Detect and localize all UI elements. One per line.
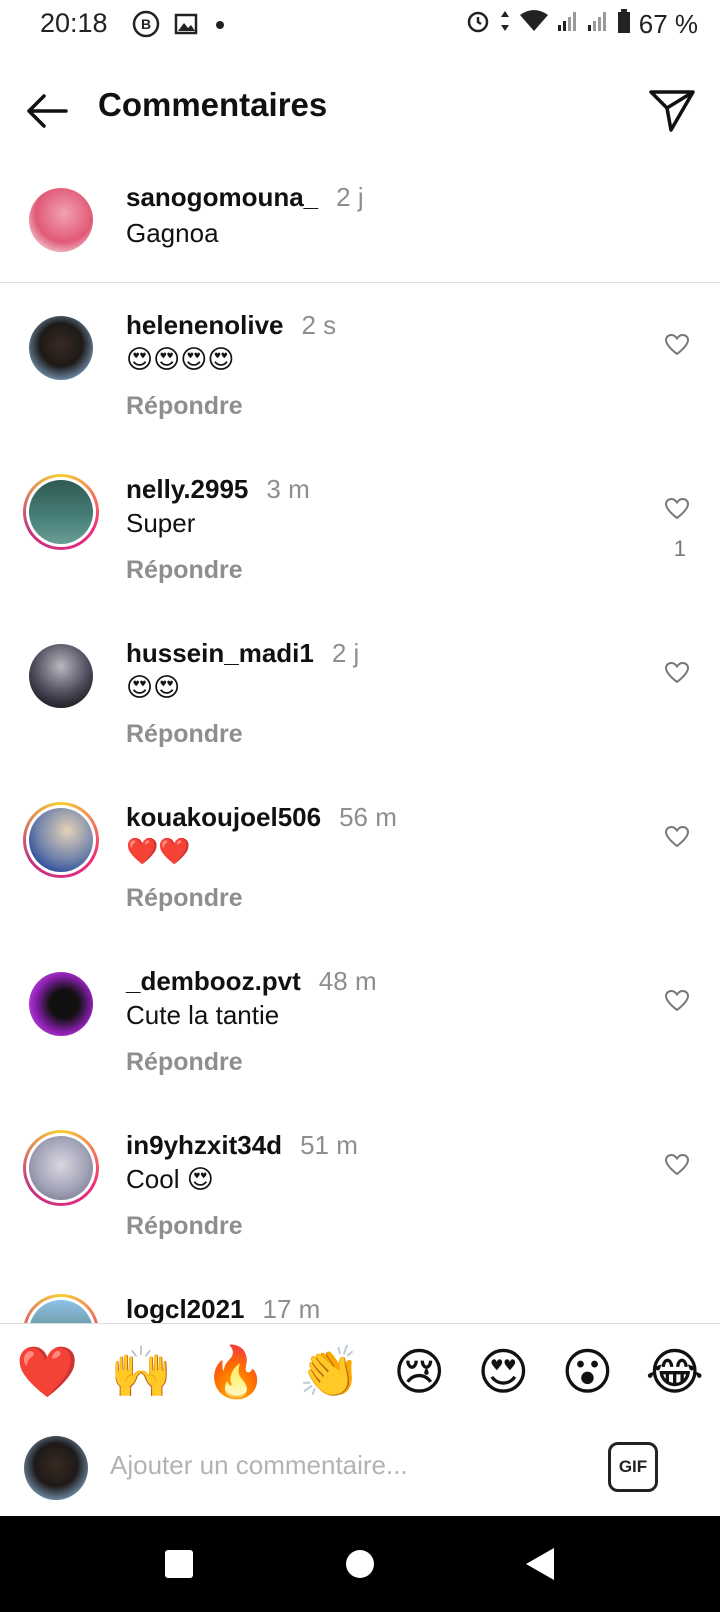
comment-time: 17 m (262, 1294, 321, 1323)
heart-icon[interactable] (664, 824, 690, 850)
reply-button[interactable]: Répondre (126, 720, 243, 749)
svg-text:B: B (141, 16, 151, 32)
home-button[interactable] (346, 1550, 374, 1578)
comment-username[interactable]: in9yhzxit34d (126, 1130, 282, 1160)
wifi-icon (519, 9, 549, 40)
quick-reactions-bar: ❤️ 🙌 🔥 👏 😢 😍 😮 😂 (0, 1323, 720, 1421)
heart-icon[interactable] (664, 1152, 690, 1178)
comment-text: 😍😍 (126, 672, 181, 702)
heart-icon[interactable] (664, 496, 690, 522)
comment-text: Cute la tantie (126, 1000, 280, 1030)
comment-username-line: helenenolive 2 s (126, 310, 336, 341)
signal-icon (557, 9, 579, 40)
reaction-sad[interactable]: 😢 (393, 1343, 445, 1401)
reply-button[interactable]: Répondre (126, 556, 243, 585)
comment-item: helenenolive 2 s 😍😍😍😍 Répondre (0, 310, 720, 470)
comment-username-line: in9yhzxit34d 51 m (126, 1130, 358, 1161)
reaction-raised-hands[interactable]: 🙌 (110, 1343, 172, 1402)
reply-button[interactable]: Répondre (126, 392, 243, 421)
avatar[interactable] (29, 1136, 93, 1200)
alarm-icon (465, 8, 491, 41)
heart-icon[interactable] (664, 660, 690, 686)
comment-time: 2 j (331, 638, 360, 668)
comment-time: 48 m (318, 966, 377, 996)
comment-time: 56 m (339, 802, 397, 832)
comment-item: _dembooz.pvt 48 m Cute la tantie Répondre (0, 966, 720, 1126)
comment-username-line: logcl2021 17 m (126, 1294, 320, 1323)
battery-percent: 67 % (638, 9, 698, 39)
share-button[interactable] (646, 84, 698, 136)
paper-plane-icon (646, 90, 698, 140)
post-caption: sanogomouna_ 2 j Gagnoa (0, 182, 720, 283)
comment-username[interactable]: hussein_madi1 (126, 638, 314, 668)
avatar[interactable] (29, 480, 93, 544)
caption-username[interactable]: sanogomouna_ (126, 182, 318, 212)
back-triangle-icon[interactable] (524, 1546, 556, 1587)
comment-item: hussein_madi1 2 j 😍😍 Répondre (0, 638, 720, 798)
avatar[interactable] (29, 316, 93, 380)
heart-icon[interactable] (664, 988, 690, 1014)
reaction-fire[interactable]: 🔥 (205, 1343, 267, 1402)
reaction-heart-eyes[interactable]: 😍 (477, 1343, 529, 1401)
comments-header: Commentaires (0, 70, 720, 150)
comment-username-line: kouakoujoel506 56 m (126, 802, 397, 833)
comment-item: logcl2021 17 m (0, 1294, 720, 1323)
reaction-clap[interactable]: 👏 (299, 1343, 361, 1402)
caption-username-line: sanogomouna_ 2 j (126, 182, 364, 213)
b-circle-icon: B (132, 10, 160, 43)
page-title: Commentaires (98, 86, 328, 123)
reaction-wow[interactable]: 😮 (561, 1343, 613, 1401)
comment-username-line: nelly.2995 3 m (126, 474, 310, 505)
status-bar: 20:18 B 67 % (0, 0, 720, 52)
comment-time: 3 m (266, 474, 310, 504)
comment-text: ❤️❤️ (126, 836, 191, 866)
reply-button[interactable]: Répondre (126, 1212, 243, 1241)
comment-username-line: hussein_madi1 2 j (126, 638, 359, 669)
back-button[interactable] (22, 84, 76, 138)
caption-time: 2 j (336, 182, 364, 212)
comment-username-line: _dembooz.pvt 48 m (126, 966, 377, 997)
dot-icon (214, 18, 226, 36)
comment-username[interactable]: _dembooz.pvt (126, 966, 301, 996)
data-arrows-icon (499, 9, 511, 40)
comment-text: Cool 😍 (126, 1164, 214, 1194)
heart-icon[interactable] (664, 332, 690, 358)
battery-icon (617, 8, 631, 41)
comment-item: nelly.2995 3 m Super Répondre 1 (0, 474, 720, 634)
gif-button[interactable]: GIF (608, 1442, 658, 1492)
reaction-laugh[interactable]: 😂 (646, 1343, 704, 1401)
avatar[interactable] (29, 644, 93, 708)
avatar[interactable] (29, 972, 93, 1036)
comment-composer: Ajouter un commentaire... GIF (0, 1420, 720, 1516)
comment-item: in9yhzxit34d 51 m Cool 😍 Répondre (0, 1130, 720, 1290)
comment-username[interactable]: kouakoujoel506 (126, 802, 321, 832)
arrow-left-icon (22, 94, 76, 142)
comment-text: Super (126, 508, 196, 538)
status-time: 20:18 (40, 8, 108, 38)
comment-item: kouakoujoel506 56 m ❤️❤️ Répondre (0, 802, 720, 962)
image-notification-icon (174, 11, 200, 42)
like-count: 1 (673, 536, 686, 561)
signal-icon-2 (587, 9, 609, 40)
avatar[interactable] (29, 188, 93, 252)
reply-button[interactable]: Répondre (126, 1048, 243, 1077)
reaction-heart[interactable]: ❤️ (16, 1343, 78, 1402)
comment-time: 2 s (301, 310, 337, 340)
comment-username[interactable]: logcl2021 (126, 1294, 245, 1323)
comment-username[interactable]: nelly.2995 (126, 474, 248, 504)
caption-text: Gagnoa (126, 218, 219, 248)
comment-time: 51 m (300, 1130, 358, 1160)
comment-input[interactable]: Ajouter un commentaire... (110, 1450, 408, 1481)
avatar[interactable] (24, 1436, 88, 1500)
avatar[interactable] (29, 808, 93, 872)
system-nav-bar (0, 1516, 720, 1612)
reply-button[interactable]: Répondre (126, 884, 243, 913)
comment-text: 😍😍😍😍 (126, 344, 235, 374)
comment-username[interactable]: helenenolive (126, 310, 284, 340)
recent-apps-button[interactable] (165, 1550, 193, 1578)
